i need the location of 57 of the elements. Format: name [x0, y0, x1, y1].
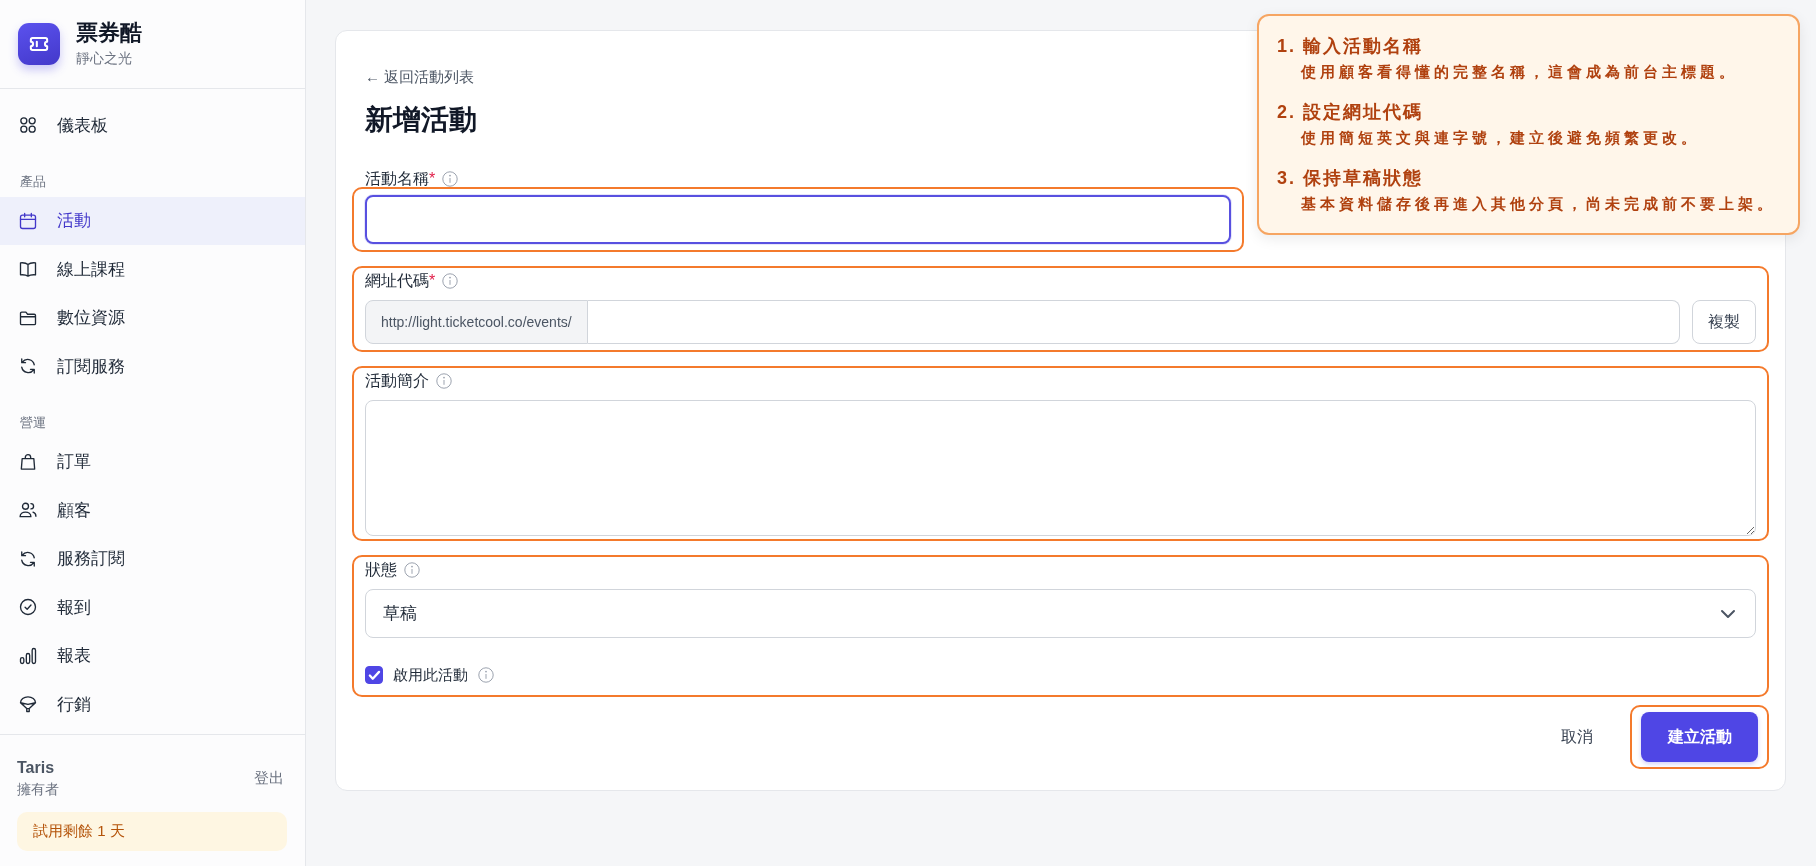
- nav-item[interactable]: 行銷: [0, 680, 305, 729]
- select-field[interactable]: 草稿: [365, 589, 1756, 638]
- page-title: 新增活動: [365, 103, 477, 137]
- nav-item[interactable]: 服務訂閱: [0, 534, 305, 583]
- grid-icon: [18, 115, 38, 136]
- nav-item[interactable]: 活動: [0, 196, 305, 245]
- check-circle-icon: [18, 597, 38, 618]
- nav-item[interactable]: 報表: [0, 631, 305, 680]
- copy-button[interactable]: 複製: [1692, 300, 1756, 344]
- refresh-icon: [18, 356, 38, 377]
- info-icon[interactable]: [478, 667, 494, 683]
- bar-chart-icon: [18, 645, 38, 666]
- calendar-icon: [18, 210, 38, 231]
- checkbox[interactable]: [365, 666, 383, 684]
- parachute-icon: [18, 694, 38, 715]
- field-label: 狀態: [365, 560, 397, 580]
- ticket-icon: [18, 23, 60, 65]
- field-label: 活動簡介: [365, 371, 429, 391]
- step-title: 3. 保持草稿狀態: [1277, 167, 1424, 190]
- field-label: 網址代碼*: [365, 271, 436, 291]
- step-description: 使用顧客看得懂的完整名稱，這會成為前台主標題。: [1299, 62, 1739, 82]
- info-icon[interactable]: [436, 373, 452, 389]
- section-heading: 產品: [19, 172, 47, 191]
- back-link[interactable]: ← 返回活動列表: [365, 67, 475, 87]
- trial-banner: 試用剩餘 1 天: [17, 812, 287, 851]
- refresh-icon: [18, 548, 38, 569]
- step-description: 基本資料儲存後再進入其他分頁，尚未完成前不要上架。: [1300, 194, 1776, 214]
- shopping-bag-icon: [18, 451, 38, 472]
- input-field[interactable]: [365, 195, 1231, 244]
- user-name: Taris: [17, 758, 56, 778]
- nav-item[interactable]: 顧客: [0, 486, 305, 535]
- textarea-field[interactable]: [365, 400, 1756, 536]
- info-icon[interactable]: [404, 562, 420, 578]
- field-label: 活動名稱*: [365, 169, 436, 189]
- book-icon: [18, 259, 38, 280]
- url-prefix: http://light.ticketcool.co/events/: [365, 300, 588, 344]
- info-icon[interactable]: [442, 273, 459, 289]
- step-title: 1. 輸入活動名稱: [1277, 35, 1424, 58]
- info-icon[interactable]: [442, 171, 459, 187]
- nav-item[interactable]: 儀表板: [0, 101, 305, 150]
- section-heading: 營運: [19, 413, 47, 432]
- cancel-button[interactable]: 取消: [1557, 717, 1597, 757]
- checkbox-label: 啟用此活動: [393, 665, 468, 685]
- nav-item[interactable]: 數位資源: [0, 293, 305, 342]
- logout-link[interactable]: 登出: [254, 768, 287, 788]
- nav-item[interactable]: 線上課程: [0, 245, 305, 294]
- step-description: 使用簡短英文與連字號，建立後避免頻繁更改。: [1299, 128, 1701, 148]
- nav-item[interactable]: 報到: [0, 583, 305, 632]
- nav-item[interactable]: 訂閱服務: [0, 342, 305, 391]
- brand-subtitle: 靜心之光: [76, 49, 133, 68]
- step-title: 2. 設定網址代碼: [1277, 101, 1424, 124]
- create-button[interactable]: 建立活動: [1641, 712, 1758, 762]
- chevron-down-icon: [1721, 609, 1735, 618]
- checkmark-icon: [368, 670, 380, 680]
- brand-name: 票券酷: [76, 20, 142, 46]
- user-role: 擁有者: [17, 780, 59, 799]
- nav-item[interactable]: 訂單: [0, 437, 305, 486]
